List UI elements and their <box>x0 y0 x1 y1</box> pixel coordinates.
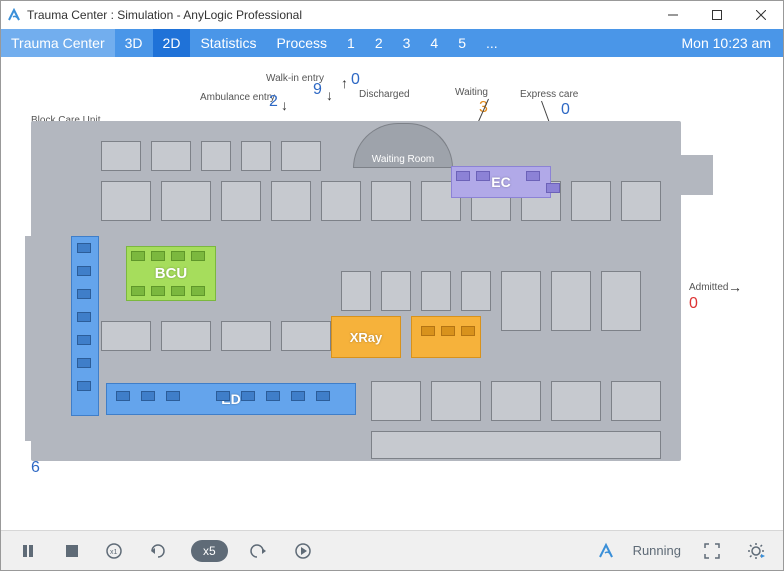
stop-button[interactable] <box>59 538 85 564</box>
tab-4[interactable]: 4 <box>420 29 448 57</box>
close-button[interactable] <box>739 1 783 29</box>
view-toolbar: Trauma Center 3D 2D Statistics Process 1… <box>1 29 783 57</box>
count-walkin: 9 <box>313 81 322 99</box>
settings-button[interactable] <box>743 538 769 564</box>
status-bar: x1 x5 Running <box>1 530 783 570</box>
count-ambulance: 2 <box>269 93 278 111</box>
tab-1[interactable]: 1 <box>337 29 365 57</box>
svg-text:x1: x1 <box>110 549 118 556</box>
speed-max-button[interactable] <box>290 538 316 564</box>
tab-process[interactable]: Process <box>266 29 337 57</box>
minimize-button[interactable] <box>651 1 695 29</box>
floorplan: Waiting Room BCU EC XRay ED <box>31 121 681 461</box>
tab-3[interactable]: 3 <box>393 29 421 57</box>
arrow-right-icon: → <box>728 279 742 295</box>
maximize-button[interactable] <box>695 1 739 29</box>
count-discharged: 0 <box>351 71 360 89</box>
simulation-canvas[interactable]: Ambulance entry 2 ↓ Walk-in entry 9 ↓ ↑ … <box>1 57 783 530</box>
label-waiting: Waiting <box>455 87 488 98</box>
app-logo-icon <box>7 8 21 22</box>
count-admitted: 0 <box>689 295 698 313</box>
tab-more[interactable]: ... <box>476 29 508 57</box>
fullscreen-button[interactable] <box>699 538 725 564</box>
window-title: Trauma Center : Simulation - AnyLogic Pr… <box>27 8 302 22</box>
tab-2[interactable]: 2 <box>365 29 393 57</box>
tab-2d[interactable]: 2D <box>153 29 191 57</box>
tab-3d[interactable]: 3D <box>115 29 153 57</box>
speed-x1-button[interactable]: x1 <box>103 538 129 564</box>
count-emergency: 6 <box>31 459 40 477</box>
speed-faster-button[interactable] <box>246 538 272 564</box>
sim-state: Running <box>633 543 681 558</box>
title-bar: Trauma Center : Simulation - AnyLogic Pr… <box>1 1 783 29</box>
zone-xray: XRay <box>331 316 401 358</box>
arrow-down-icon: ↓ <box>326 87 333 103</box>
tab-trauma-center[interactable]: Trauma Center <box>1 29 115 57</box>
pause-button[interactable] <box>15 538 41 564</box>
zone-xray-2 <box>411 316 481 358</box>
arrow-up-icon: ↑ <box>341 75 348 91</box>
speed-slower-button[interactable] <box>147 538 173 564</box>
speed-indicator[interactable]: x5 <box>191 540 228 562</box>
label-ambulance-entry: Ambulance entry <box>200 92 275 103</box>
anylogic-logo-icon <box>597 542 615 560</box>
label-discharged: Discharged <box>359 89 410 100</box>
tab-5[interactable]: 5 <box>448 29 476 57</box>
count-express: 0 <box>561 101 570 119</box>
sim-clock: Mon 10:23 am <box>670 29 784 57</box>
label-express-care: Express care <box>520 89 578 100</box>
label-admitted: Admitted <box>689 282 728 293</box>
arrow-down-icon: ↓ <box>281 97 288 113</box>
tab-statistics[interactable]: Statistics <box>190 29 266 57</box>
